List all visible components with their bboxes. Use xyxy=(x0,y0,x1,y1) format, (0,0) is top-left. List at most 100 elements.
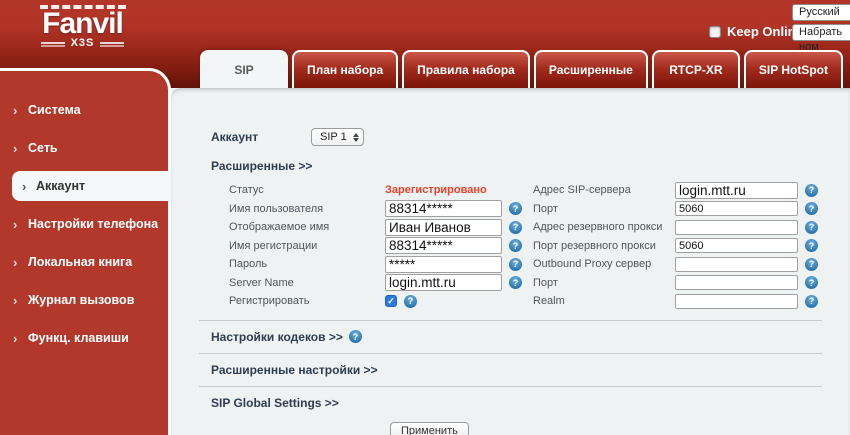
keep-online-checkbox[interactable] xyxy=(709,26,721,38)
username-input[interactable] xyxy=(385,200,502,217)
sidebar-item-function-keys[interactable]: › Функц. клавиши xyxy=(0,323,168,353)
tab-dial-rules[interactable]: Правила набора xyxy=(402,50,530,88)
section-sip-global[interactable]: SIP Global Settings >> xyxy=(171,396,850,410)
sidebar-item-network[interactable]: › Сеть xyxy=(0,133,168,163)
help-icon[interactable] xyxy=(805,276,818,289)
section-advanced[interactable]: Расширенные >> xyxy=(171,159,850,173)
account-row: Аккаунт SIP 1 xyxy=(211,128,850,146)
select-stepper-icon xyxy=(353,133,359,142)
help-icon[interactable] xyxy=(805,295,818,308)
form-column-right: Адрес SIP-сервера Порт Адрес резервного … xyxy=(533,181,818,311)
sidebar-item-system[interactable]: › Система xyxy=(0,95,168,125)
help-icon[interactable] xyxy=(805,184,818,197)
sip-line-select[interactable]: SIP 1 xyxy=(311,128,364,146)
backup-proxy-input[interactable] xyxy=(675,220,798,235)
sidebar-item-phone-settings[interactable]: › Настройки телефона xyxy=(0,209,168,239)
sidebar-item-label: Настройки телефона xyxy=(28,217,158,231)
sidebar-item-label: Журнал вызовов xyxy=(28,293,134,307)
outbound-proxy-input[interactable] xyxy=(675,257,798,272)
form-row-password: Пароль xyxy=(229,255,533,274)
sip-server-label: Адрес SIP-сервера xyxy=(533,184,675,196)
tab-sip[interactable]: SIP xyxy=(200,50,288,88)
tab-advanced[interactable]: Расширенные xyxy=(534,50,648,88)
logo-text: Fanvil xyxy=(20,9,145,39)
form-row-register: Регистрировать xyxy=(229,292,533,311)
logo-model-text: X3S xyxy=(71,37,95,49)
backup-proxy-port-label: Порт резервного прокси xyxy=(533,240,675,252)
sip-server-input[interactable] xyxy=(675,182,798,199)
sidebar-item-label: Сеть xyxy=(28,141,58,155)
help-icon[interactable] xyxy=(349,330,362,343)
sidebar-item-call-log[interactable]: › Журнал вызовов xyxy=(0,285,168,315)
fanvil-logo: Fanvil X3S xyxy=(20,5,145,49)
help-icon[interactable] xyxy=(509,202,522,215)
divider xyxy=(199,386,822,387)
form-row-register-name: Имя регистрации xyxy=(229,237,533,256)
outbound-proxy-label: Outbound Proxy сервер xyxy=(533,258,675,270)
help-icon[interactable] xyxy=(805,239,818,252)
backup-proxy-port-input[interactable] xyxy=(675,238,798,253)
dial-number-input[interactable]: Набрать ном xyxy=(792,24,850,41)
port-label: Порт xyxy=(533,203,675,215)
chevron-right-icon: › xyxy=(13,293,17,308)
server-name-input[interactable] xyxy=(385,274,502,291)
register-name-label: Имя регистрации xyxy=(229,240,385,252)
help-icon[interactable] xyxy=(805,258,818,271)
register-checkbox-checked[interactable] xyxy=(385,295,397,307)
form-row-server-name: Server Name xyxy=(229,274,533,293)
section-sip-global-label: SIP Global Settings >> xyxy=(211,396,339,410)
account-label: Аккаунт xyxy=(211,130,311,144)
help-icon[interactable] xyxy=(404,295,417,308)
server-name-label: Server Name xyxy=(229,277,385,289)
form-row-outbound-port: Порт xyxy=(533,274,818,293)
tab-rtcp-xr[interactable]: RTCP-XR xyxy=(652,50,740,88)
divider xyxy=(199,320,822,321)
realm-label: Realm xyxy=(533,295,675,307)
help-icon[interactable] xyxy=(509,258,522,271)
realm-input[interactable] xyxy=(675,294,798,309)
logo-bars-left xyxy=(41,42,65,44)
port-input[interactable] xyxy=(675,201,798,216)
chevron-right-icon: › xyxy=(13,141,17,156)
section-advanced-label: Расширенные >> xyxy=(211,159,312,173)
display-name-input[interactable] xyxy=(385,219,502,236)
sip-line-select-value: SIP 1 xyxy=(320,131,347,143)
form-row-backup-proxy-port: Порт резервного прокси xyxy=(533,237,818,256)
form-row-realm: Realm xyxy=(533,292,818,311)
password-input[interactable] xyxy=(385,256,502,273)
status-label: Статус xyxy=(229,184,385,196)
sip-settings-form: Статус Зарегистрировано Имя пользователя… xyxy=(229,181,850,311)
chevron-right-icon: › xyxy=(13,331,17,346)
display-name-label: Отображаемое имя xyxy=(229,221,385,233)
form-row-username: Имя пользователя xyxy=(229,200,533,219)
help-icon[interactable] xyxy=(509,276,522,289)
status-value: Зарегистрировано xyxy=(385,184,487,196)
sidebar-item-label: Система xyxy=(28,103,81,117)
form-row-display-name: Отображаемое имя xyxy=(229,218,533,237)
apply-button[interactable]: Применить xyxy=(390,422,469,435)
section-codec-settings[interactable]: Настройки кодеков >> xyxy=(171,330,850,344)
section-codec-label: Настройки кодеков >> xyxy=(211,330,343,344)
chevron-right-icon: › xyxy=(13,255,17,270)
chevron-right-icon: › xyxy=(13,103,17,118)
outbound-port-label: Порт xyxy=(533,277,675,289)
register-name-input[interactable] xyxy=(385,237,502,254)
outbound-port-input[interactable] xyxy=(675,275,798,290)
tab-bar: SIP План набора Правила набора Расширенн… xyxy=(200,50,843,88)
tab-dial-plan[interactable]: План набора xyxy=(292,50,398,88)
help-icon[interactable] xyxy=(805,202,818,215)
section-advanced-settings[interactable]: Расширенные настройки >> xyxy=(171,363,850,377)
sidebar-item-account[interactable]: › Аккаунт xyxy=(12,171,171,201)
language-select[interactable]: Русский xyxy=(792,4,850,21)
help-icon[interactable] xyxy=(509,221,522,234)
divider xyxy=(199,353,822,354)
form-row-backup-proxy: Адрес резервного прокси xyxy=(533,218,818,237)
form-column-left: Статус Зарегистрировано Имя пользователя… xyxy=(229,181,533,311)
logo-bars-right xyxy=(100,42,124,44)
logo-model: X3S xyxy=(20,37,145,49)
sidebar-nav: › Система › Сеть › Аккаунт › Настройки т… xyxy=(0,71,168,353)
help-icon[interactable] xyxy=(509,239,522,252)
help-icon[interactable] xyxy=(805,221,818,234)
sidebar-item-phonebook[interactable]: › Локальная книга xyxy=(0,247,168,277)
tab-sip-hotspot[interactable]: SIP HotSpot xyxy=(744,50,843,88)
